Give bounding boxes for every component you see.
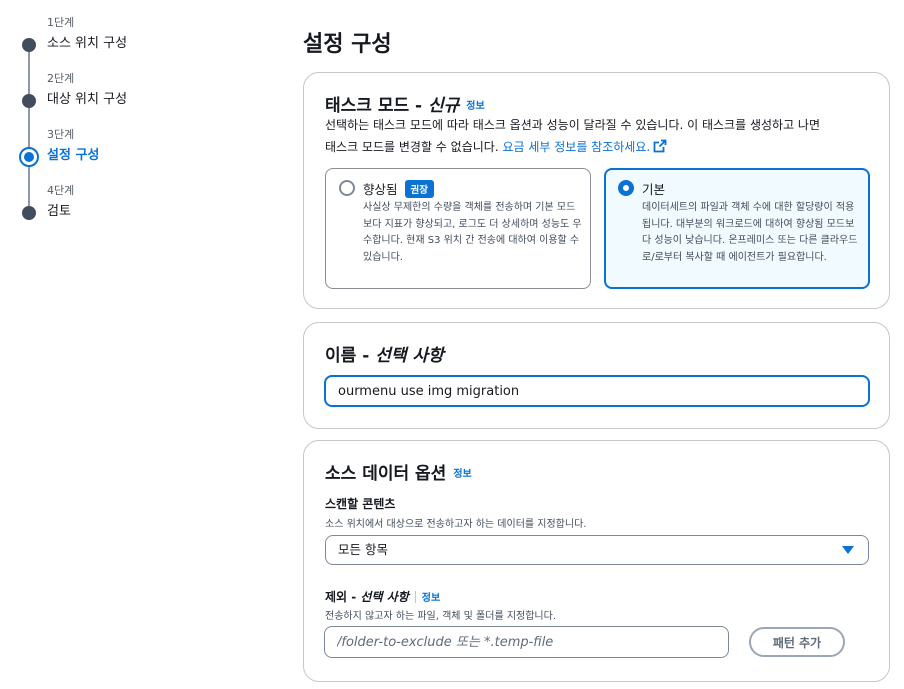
task-mode-heading: 태스크 모드 - 신규 정보 [325, 91, 485, 116]
divider [414, 591, 416, 603]
step-title[interactable]: 대상 위치 구성 [47, 91, 127, 109]
exclude-label: 제외 - 선택 사항 정보 [325, 588, 440, 605]
step-1[interactable]: 1단계 소스 위치 구성 [47, 16, 127, 53]
heading-text: 이름 - [325, 346, 376, 366]
step-title: 검토 [47, 204, 71, 219]
enhanced-option-description: 사실상 무제한의 수량을 객체를 전송하며 기본 모드보다 지표가 향상되고, … [363, 202, 582, 263]
description-line: 태스크 모드를 변경할 수 없습니다. 요금 세부 정보를 참조하세요. [325, 136, 820, 158]
pricing-details-link[interactable]: 요금 세부 정보를 참조하세요. [502, 140, 650, 154]
label-optional-tag: 선택 사항 [360, 590, 409, 604]
option-label: 향상됨 [363, 182, 398, 197]
recommended-badge: 권장 [404, 180, 434, 198]
step-number: 2단계 [47, 72, 75, 85]
heading-new-tag: 신규 [428, 96, 460, 116]
exclude-info-link[interactable]: 정보 [422, 593, 440, 604]
step-connector [28, 105, 30, 153]
task-mode-info-link[interactable]: 정보 [466, 101, 484, 112]
task-mode-description: 선택하는 태스크 모드에 따라 태스크 옵션과 성능이 달라질 수 있습니다. … [325, 114, 820, 158]
enhanced-radio[interactable] [339, 180, 355, 196]
step-2[interactable]: 2단계 대상 위치 구성 [47, 72, 127, 109]
external-link-icon[interactable] [653, 139, 667, 153]
wizard-steps: 1단계 소스 위치 구성 2단계 대상 위치 구성 3단계 설정 구성 4단계 … [0, 0, 300, 689]
description-text: 태스크 모드를 변경할 수 없습니다. [325, 140, 503, 154]
step-title[interactable]: 소스 위치 구성 [47, 35, 127, 53]
heading-optional-tag: 선택 사항 [375, 346, 444, 366]
page-title: 설정 구성 [303, 32, 392, 57]
basic-radio[interactable] [618, 180, 634, 196]
step-4: 4단계 검토 [47, 184, 74, 221]
exclude-description: 전송하지 않고자 하는 파일, 객체 및 폴더를 지정합니다. [325, 611, 557, 622]
step-number: 1단계 [47, 16, 75, 29]
step-connector [28, 162, 30, 212]
enhanced-option-title: 향상됨 권장 [363, 179, 434, 198]
step-3: 3단계 설정 구성 [47, 128, 99, 165]
step-number: 4단계 [47, 184, 75, 197]
scan-content-label: 스캔할 콘텐츠 [325, 497, 396, 511]
caret-down-icon [842, 546, 854, 554]
selected-value: 모든 항목 [338, 542, 388, 557]
scan-content-description: 소스 위치에서 대상으로 전송하고자 하는 데이터를 지정합니다. [325, 519, 587, 530]
heading-text: 소스 데이터 옵션 [325, 464, 447, 484]
step-number: 3단계 [47, 128, 75, 141]
name-card: 이름 - 선택 사항 [303, 322, 890, 429]
source-options-info-link[interactable]: 정보 [453, 469, 471, 480]
step-indicator-2 [22, 94, 36, 108]
description-line: 선택하는 태스크 모드에 따라 태스크 옵션과 성능이 달라질 수 있습니다. … [325, 118, 821, 132]
step-indicator-1 [22, 38, 36, 52]
label-text: 제외 - [325, 590, 361, 604]
source-options-card: 소스 데이터 옵션 정보 스캔할 콘텐츠 소스 위치에서 대상으로 전송하고자 하… [303, 440, 890, 682]
mode-option-enhanced[interactable]: 향상됨 권장 사실상 무제한의 수량을 객체를 전송하며 기본 모드보다 지표가 … [325, 168, 591, 289]
exclude-pattern-input[interactable] [324, 626, 729, 658]
step-indicator-3-current [19, 147, 39, 167]
add-pattern-button[interactable]: 패턴 추가 [749, 627, 845, 657]
task-mode-card: 태스크 모드 - 신규 정보 선택하는 태스크 모드에 따라 태스크 옵션과 성능… [303, 72, 890, 309]
heading-text: 태스크 모드 - [325, 96, 429, 116]
mode-option-basic[interactable]: 기본 데이터세트의 파일과 객체 수에 대한 할당량이 적용됩니다. 대부분의 … [604, 168, 870, 289]
task-name-input[interactable] [324, 375, 870, 407]
basic-option-description: 데이터세트의 파일과 객체 수에 대한 할당량이 적용됩니다. 대부분의 워크로… [642, 202, 858, 263]
name-heading: 이름 - 선택 사항 [325, 341, 444, 366]
basic-option-title: 기본 [642, 182, 666, 197]
source-options-heading: 소스 데이터 옵션 정보 [325, 459, 472, 484]
step-indicator-4 [22, 206, 36, 220]
step-title: 설정 구성 [47, 148, 100, 163]
scan-content-select[interactable]: 모든 항목 [325, 535, 869, 565]
